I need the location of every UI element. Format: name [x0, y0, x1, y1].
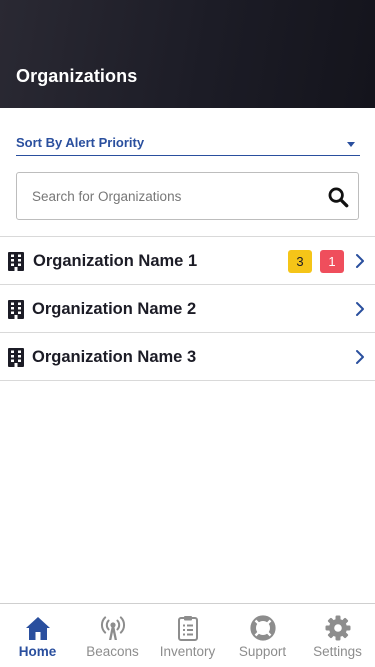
home-icon — [25, 617, 50, 640]
tab-label: Home — [18, 644, 57, 659]
app-header: Organizations — [0, 0, 375, 108]
organization-list: Organization Name 1 3 1 Organization Nam… — [0, 236, 375, 381]
life-ring-icon — [249, 615, 276, 641]
page-title: Organizations — [16, 66, 138, 86]
tab-beacons[interactable]: Beacons — [75, 604, 150, 667]
tab-label: Settings — [313, 644, 362, 659]
bottom-tab-bar: Home Beacons Inventory Support Settings — [0, 603, 375, 667]
clipboard-list-icon — [177, 616, 198, 641]
tab-support[interactable]: Support — [225, 604, 300, 667]
building-icon — [8, 300, 24, 319]
organization-name: Organization Name 3 — [32, 348, 197, 366]
tab-inventory[interactable]: Inventory — [150, 604, 225, 667]
broadcast-tower-icon — [100, 616, 125, 640]
organization-row-1[interactable]: Organization Name 1 3 1 — [0, 237, 375, 285]
tab-label: Inventory — [159, 644, 216, 659]
organization-row-3[interactable]: Organization Name 3 — [0, 333, 375, 381]
chevron-right-icon — [356, 350, 364, 364]
tab-label: Beacons — [86, 644, 139, 659]
search-input[interactable] — [17, 173, 317, 219]
critical-alert-badge: 1 — [320, 250, 344, 273]
organization-name: Organization Name 1 — [33, 252, 198, 270]
caret-down-icon — [347, 142, 355, 147]
organization-row-2[interactable]: Organization Name 2 — [0, 285, 375, 333]
organization-name: Organization Name 2 — [32, 300, 197, 318]
tab-label: Support — [238, 644, 287, 659]
building-icon — [8, 252, 24, 271]
chevron-right-icon — [356, 302, 364, 316]
sort-selected-value: Sort By Alert Priority — [16, 135, 145, 150]
gear-icon — [325, 615, 350, 641]
tab-settings[interactable]: Settings — [300, 604, 375, 667]
chevron-right-icon — [356, 254, 364, 268]
search-box — [16, 172, 359, 220]
warning-alert-badge: 3 — [288, 250, 312, 273]
tab-home[interactable]: Home — [0, 604, 75, 667]
sort-dropdown[interactable]: Sort By Alert Priority — [16, 130, 360, 156]
search-icon[interactable] — [327, 186, 349, 208]
building-icon — [8, 348, 24, 367]
